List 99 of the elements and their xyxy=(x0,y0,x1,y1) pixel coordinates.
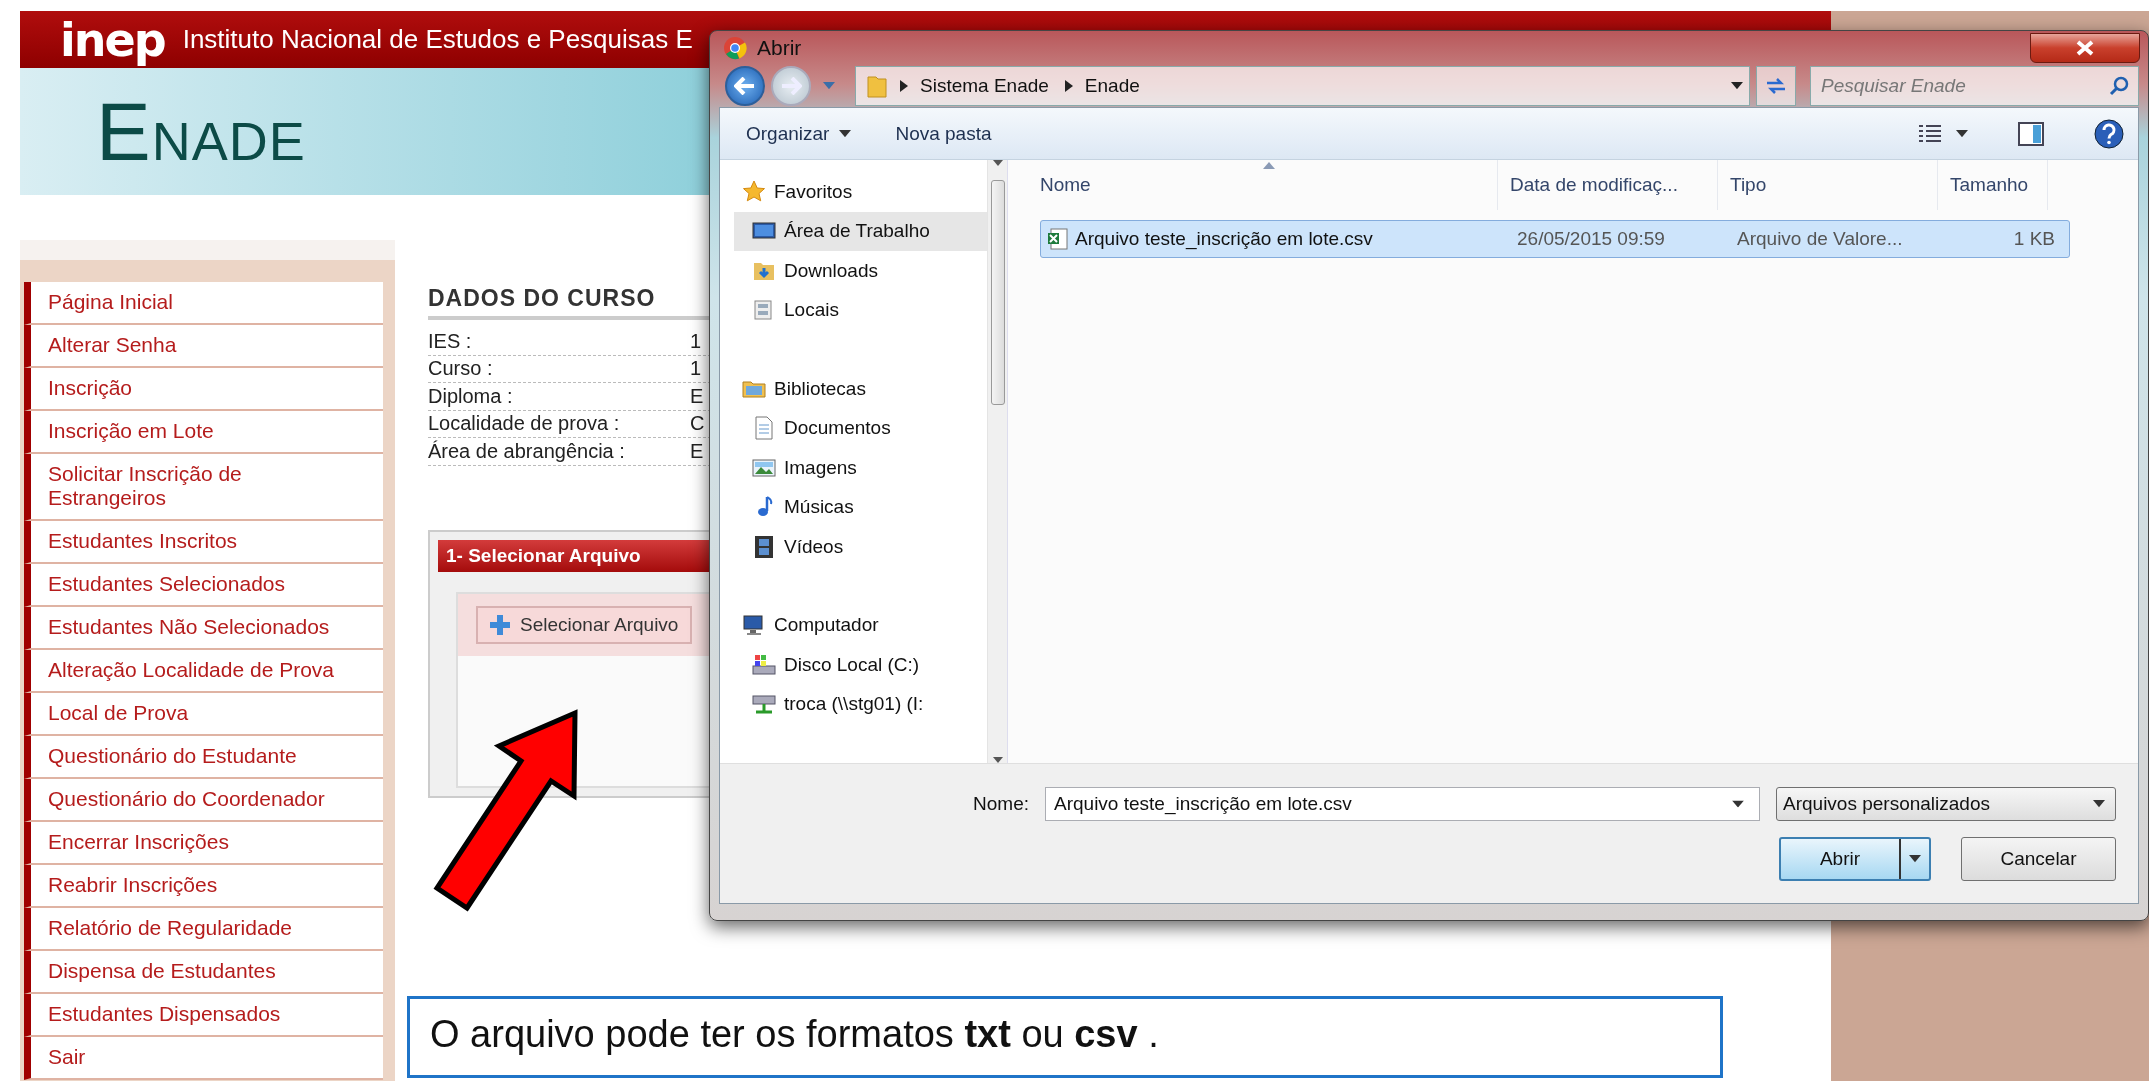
sidebar-link[interactable]: Questionário do Coordenador xyxy=(24,779,383,822)
nav-item[interactable]: Computador xyxy=(742,605,987,645)
spreadsheet-file-icon xyxy=(1047,228,1069,250)
network-drive-icon xyxy=(752,692,776,717)
sidebar-link[interactable]: Dispensa de Estudantes xyxy=(24,951,383,994)
field-label: Curso : xyxy=(428,357,494,381)
field-value: C xyxy=(690,412,705,436)
browser-logo-icon xyxy=(723,35,747,60)
column-header[interactable]: Tamanho xyxy=(1938,160,2048,210)
field-value: E xyxy=(690,439,704,463)
address-bar[interactable]: Sistema Enade Enade xyxy=(855,65,1750,106)
star-icon xyxy=(742,179,766,204)
film-icon xyxy=(752,534,776,559)
computer-icon xyxy=(742,613,766,638)
field-value: 1 xyxy=(690,357,702,381)
nav-item[interactable]: Vídeos xyxy=(734,527,987,567)
dialog-title: Abrir xyxy=(757,35,802,60)
sidebar-link[interactable]: Estudantes Não Selecionados xyxy=(24,607,383,650)
sidebar-link[interactable]: Alteração Localidade de Prova xyxy=(24,650,383,693)
sidebar-link[interactable]: Estudantes Inscritos xyxy=(24,521,383,564)
file-type: Arquivo de Valore... xyxy=(1736,228,1904,250)
field-label: Localidade de prova : xyxy=(428,412,621,436)
caret-icon xyxy=(1956,129,1968,138)
nav-item[interactable]: Favoritos xyxy=(742,172,987,212)
back-arrow-icon xyxy=(734,76,756,95)
preview-pane-icon xyxy=(2018,121,2044,146)
search-field[interactable]: Pesquisar Enade xyxy=(1810,65,2139,106)
document-icon xyxy=(752,416,776,441)
sidebar-link[interactable]: Relatório de Regularidade xyxy=(24,908,383,951)
open-button[interactable]: Abrir xyxy=(1779,837,1931,881)
institute-name: Instituto Nacional de Estudos e Pesquisas E xyxy=(182,24,693,55)
field-value: 1 xyxy=(690,329,702,353)
refresh-icon xyxy=(1765,76,1787,95)
new-folder-button[interactable]: Nova pasta xyxy=(891,118,996,149)
file-type-dropdown[interactable]: Arquivos personalizados xyxy=(1776,787,2116,821)
caret-icon xyxy=(1732,800,1744,808)
plus-icon xyxy=(490,614,510,635)
close-icon xyxy=(2076,40,2094,56)
sort-arrow-icon xyxy=(1262,162,1275,169)
cancel-button[interactable]: Cancelar xyxy=(1961,837,2116,881)
breadcrumb-item[interactable]: Enade xyxy=(1060,74,1144,97)
preview-pane-button[interactable] xyxy=(2016,119,2046,148)
caret-icon xyxy=(839,129,852,138)
chevron-icon xyxy=(1064,79,1073,92)
field-label: Diploma : xyxy=(428,384,514,408)
sidebar-link[interactable]: Reabrir Inscrições xyxy=(24,865,383,908)
sidebar-link[interactable]: Estudantes Selecionados xyxy=(24,564,383,607)
site-title: ENADE xyxy=(96,84,306,179)
nav-item[interactable]: Documentos xyxy=(734,408,987,448)
sidebar-link[interactable]: Alterar Senha xyxy=(24,325,383,368)
close-button[interactable] xyxy=(2030,33,2140,63)
file-size: 1 KB xyxy=(2012,228,2056,250)
organize-button[interactable]: Organizar xyxy=(742,118,856,149)
sidebar-link[interactable]: Estudantes Dispensados xyxy=(24,994,383,1037)
nav-item[interactable]: Área de Trabalho xyxy=(734,211,987,251)
file-name: Arquivo teste_inscrição em lote.csv xyxy=(1041,228,1511,250)
sidebar-link[interactable]: Página Inicial xyxy=(24,282,383,325)
caret-icon xyxy=(823,82,835,90)
nav-item[interactable]: Disco Local (C:) xyxy=(734,645,987,685)
search-icon xyxy=(2109,75,2129,96)
refresh-button[interactable] xyxy=(1756,65,1796,106)
nav-item[interactable]: Downloads xyxy=(734,251,987,291)
breadcrumb-item[interactable]: Sistema Enade xyxy=(896,74,1053,97)
file-date: 26/05/2015 09:59 xyxy=(1516,228,1666,250)
sidebar-link[interactable]: Solicitar Inscrição de Estrangeiros xyxy=(24,454,383,521)
file-row[interactable]: Arquivo teste_inscrição em lote.csv 26/05/2015 09:59 Arquivo de Valore... 1 KB xyxy=(1040,220,2070,258)
field-value: E xyxy=(690,384,704,408)
select-file-button[interactable]: Selecionar Arquivo xyxy=(476,605,693,644)
file-name-label: Nome: xyxy=(973,793,1029,815)
forward-arrow-icon xyxy=(780,76,802,95)
sidebar-link[interactable]: Encerrar Inscrições xyxy=(24,822,383,865)
sidebar-link[interactable]: Inscrição em Lote xyxy=(24,411,383,454)
field-label: IES : xyxy=(428,329,473,353)
file-name-field[interactable]: Arquivo teste_inscrição em lote.csv xyxy=(1045,787,1760,821)
list-view-icon xyxy=(1918,123,1942,144)
nav-item[interactable]: Imagens xyxy=(734,448,987,488)
note-text: O arquivo pode ter os formatos txt ou csv . xyxy=(407,996,1723,1078)
back-button[interactable] xyxy=(725,65,765,106)
drive-icon xyxy=(752,652,776,677)
caret-icon xyxy=(2093,800,2105,808)
caret-icon xyxy=(1909,855,1921,863)
sidebar-link[interactable]: Inscrição xyxy=(24,368,383,411)
help-icon xyxy=(2094,118,2124,149)
forward-button[interactable] xyxy=(771,65,811,106)
sidebar-link[interactable]: Questionário do Estudante xyxy=(24,736,383,779)
help-button[interactable] xyxy=(2092,116,2126,151)
nav-item[interactable]: Músicas xyxy=(734,487,987,527)
sidebar-link[interactable]: Sair xyxy=(24,1037,383,1080)
column-header[interactable]: Tipo xyxy=(1718,160,1938,210)
chevron-icon xyxy=(900,79,908,92)
column-header[interactable]: Nome xyxy=(1028,160,1498,210)
nav-item[interactable]: troca (\\stg01) (I: xyxy=(734,684,987,724)
scrollbar[interactable] xyxy=(987,160,1007,763)
nav-item[interactable]: Locais xyxy=(734,290,987,330)
column-header[interactable]: Data de modificaç... xyxy=(1498,160,1718,210)
field-label: Área de abrangência : xyxy=(428,439,626,463)
caret-icon xyxy=(1731,82,1743,90)
sidebar-link[interactable]: Local de Prova xyxy=(24,693,383,736)
nav-item[interactable]: Bibliotecas xyxy=(742,369,987,409)
